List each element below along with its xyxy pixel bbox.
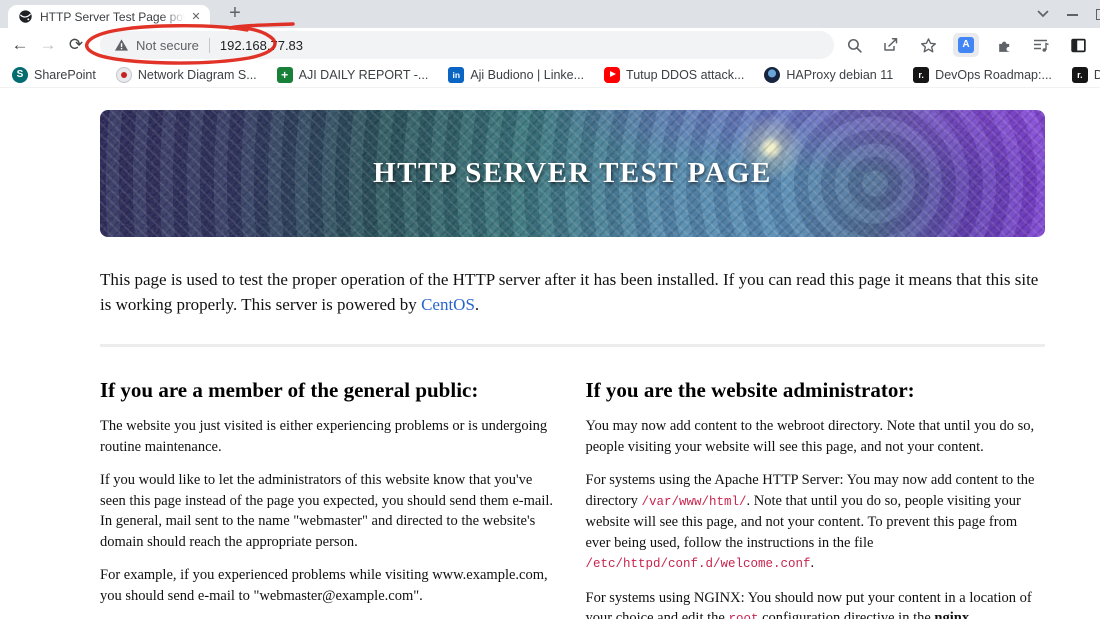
roadmap-icon: r. bbox=[913, 66, 930, 83]
omnibox-divider bbox=[208, 37, 210, 53]
bookmark-tutup-ddos[interactable]: Tutup DDOS attack... bbox=[604, 66, 745, 83]
linkedin-icon: in bbox=[448, 66, 465, 83]
divider bbox=[100, 344, 1045, 347]
code-path-var-www-html: /var/www/html/ bbox=[641, 494, 747, 509]
code-root-directive: root bbox=[728, 612, 759, 619]
minimize-button[interactable] bbox=[1067, 14, 1078, 16]
bookmark-label: AJI DAILY REPORT -... bbox=[298, 67, 429, 82]
extensions-button[interactable] bbox=[992, 33, 1016, 57]
sharepoint-icon: S bbox=[12, 66, 28, 83]
code-path-welcome-conf: /etc/httpd/conf.d/welcome.conf bbox=[585, 557, 811, 571]
bookmark-label: Docker Roadmap -... bbox=[1094, 68, 1100, 82]
haproxy-icon bbox=[764, 66, 781, 83]
admin-paragraph-2: For systems using the Apache HTTP Server… bbox=[586, 470, 1046, 575]
bookmark-sharepoint[interactable]: S SharePoint bbox=[12, 66, 96, 83]
tab-strip: HTTP Server Test Page powered ✕ + bbox=[0, 0, 1100, 28]
address-bar[interactable]: Not secure 192.168.77.83 bbox=[100, 31, 834, 59]
security-label: Not secure bbox=[136, 37, 199, 53]
administrator-section: If you are the website administrator: Yo… bbox=[586, 356, 1046, 619]
bookmark-devops-roadmap[interactable]: r. DevOps Roadmap:... bbox=[913, 66, 1052, 83]
bookmark-network-diagram[interactable]: Network Diagram S... bbox=[115, 66, 257, 83]
banner-title: HTTP SERVER TEST PAGE bbox=[373, 157, 772, 189]
side-panel-button[interactable] bbox=[1066, 33, 1090, 57]
search-button[interactable] bbox=[842, 33, 866, 57]
network-diagram-icon bbox=[115, 66, 132, 83]
reload-button[interactable]: ⟳ bbox=[62, 31, 90, 59]
intro-text-end: . bbox=[474, 295, 480, 314]
side-panel-icon bbox=[1070, 38, 1086, 52]
tab-http-server-test-page[interactable]: HTTP Server Test Page powered ✕ bbox=[8, 5, 210, 28]
bookmark-label: HAProxy debian 11 bbox=[786, 67, 894, 82]
media-list-icon bbox=[1034, 39, 1049, 52]
share-icon bbox=[884, 38, 898, 51]
admin-text: configuration directive in the bbox=[758, 610, 935, 619]
search-icon bbox=[847, 38, 862, 53]
bookmark-label: Aji Budiono | Linke... bbox=[470, 67, 585, 82]
tab-search-chevron-icon[interactable] bbox=[1037, 10, 1049, 18]
back-button[interactable]: ← bbox=[6, 31, 34, 59]
browser-window: HTTP Server Test Page powered ✕ + ← → ⟳ … bbox=[0, 0, 1100, 619]
youtube-icon bbox=[604, 66, 621, 83]
spreadsheet-icon: + bbox=[276, 66, 293, 83]
public-paragraph-2: If you would like to let the administrat… bbox=[100, 472, 553, 550]
not-secure-warning-icon[interactable] bbox=[114, 38, 129, 52]
bookmark-aji-daily-report[interactable]: + AJI DAILY REPORT -... bbox=[276, 66, 429, 83]
bookmark-label: SharePoint bbox=[34, 67, 96, 82]
admin-paragraph-3: For systems using NGINX: You should now … bbox=[586, 588, 1046, 619]
admin-text: . bbox=[810, 555, 815, 571]
admin-paragraph-1: You may now add content to the webroot d… bbox=[585, 418, 1035, 455]
media-controls-button[interactable] bbox=[1029, 33, 1053, 57]
bookmark-label: Network Diagram S... bbox=[137, 67, 257, 82]
forward-button[interactable]: → bbox=[34, 31, 62, 59]
globe-favicon-icon bbox=[19, 10, 32, 23]
public-paragraph-3: For example, if you experienced problems… bbox=[100, 567, 548, 604]
bookmark-label: Tutup DDOS attack... bbox=[626, 67, 745, 82]
public-heading: If you are a member of the general publi… bbox=[100, 378, 479, 402]
url-text[interactable]: 192.168.77.83 bbox=[220, 38, 303, 53]
general-public-section: If you are a member of the general publi… bbox=[100, 356, 560, 619]
centos-link[interactable]: CentOS bbox=[421, 295, 475, 314]
intro-paragraph: This page is used to test the proper ope… bbox=[100, 267, 1045, 317]
bookmark-docker-roadmap[interactable]: r. Docker Roadmap -... bbox=[1071, 66, 1100, 83]
share-button[interactable] bbox=[879, 33, 903, 57]
puzzle-icon bbox=[998, 41, 1009, 52]
bookmark-star-button[interactable] bbox=[916, 33, 940, 57]
intro-text: This page is used to test the proper ope… bbox=[100, 270, 1039, 314]
admin-heading: If you are the website administrator: bbox=[585, 378, 915, 402]
tab-close-icon[interactable]: ✕ bbox=[188, 9, 204, 25]
bookmarks-bar: S SharePoint Network Diagram S... + AJI … bbox=[0, 62, 1100, 88]
maximize-button[interactable] bbox=[1096, 8, 1100, 20]
translate-button[interactable]: A bbox=[953, 33, 979, 57]
web-page-viewport: HTTP SERVER TEST PAGE This page is used … bbox=[0, 88, 1100, 619]
translate-icon: A bbox=[958, 37, 974, 53]
tab-title: HTTP Server Test Page powered bbox=[40, 9, 188, 24]
public-paragraph-1: The website you just visited is either e… bbox=[100, 418, 548, 455]
bookmark-haproxy-debian[interactable]: HAProxy debian 11 bbox=[764, 66, 894, 83]
bookmark-label: DevOps Roadmap:... bbox=[935, 67, 1052, 82]
new-tab-button[interactable]: + bbox=[222, 2, 248, 26]
browser-toolbar: ← → ⟳ Not secure 192.168.77.83 A bbox=[0, 28, 1100, 62]
star-icon bbox=[920, 37, 936, 52]
test-page-banner: HTTP SERVER TEST PAGE bbox=[100, 110, 1045, 237]
bookmark-linkedin-profile[interactable]: in Aji Budiono | Linke... bbox=[448, 66, 585, 83]
nginx-bold-text: nginx bbox=[934, 610, 970, 619]
roadmap-icon: r. bbox=[1071, 66, 1088, 83]
